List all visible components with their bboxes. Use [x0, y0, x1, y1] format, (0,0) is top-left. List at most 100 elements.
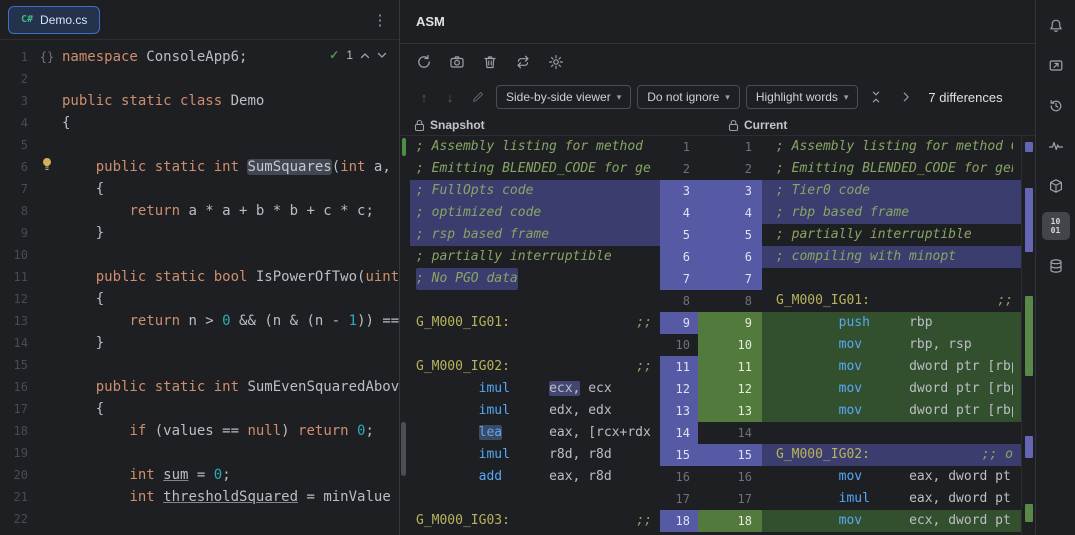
- code-line[interactable]: 13 return n > 0 && (n & (n - 1)) ==: [0, 310, 399, 332]
- code-line[interactable]: 16 public static int SumEvenSquaredAbove: [0, 376, 399, 398]
- diff-row[interactable]: ; optimized code 4 4; rbp based frame: [400, 202, 1035, 224]
- current-line-number: 2: [744, 162, 752, 176]
- snapshot-line-number: 13: [660, 400, 698, 422]
- diff-row[interactable]: ; Assembly listing for method 1 1 ; Assembl…: [400, 136, 1035, 158]
- code-line[interactable]: 19: [0, 442, 399, 464]
- line-number: 11: [13, 270, 28, 284]
- next-inspection-icon[interactable]: [377, 52, 387, 59]
- current-cell: ; partially interruptible: [776, 227, 972, 242]
- code-line[interactable]: 11 public static bool IsPowerOfTwo(uint: [0, 266, 399, 288]
- code-line[interactable]: 9 }: [0, 222, 399, 244]
- settings-gear-icon[interactable]: [544, 50, 568, 74]
- change-marker: [402, 138, 406, 156]
- lightbulb-icon[interactable]: [32, 156, 62, 178]
- added-stripe-mark[interactable]: [1025, 296, 1033, 376]
- code-line[interactable]: 10: [0, 244, 399, 266]
- previous-difference-icon[interactable]: ↑: [414, 90, 434, 105]
- scrollbar-thumb[interactable]: [401, 422, 406, 476]
- code-line[interactable]: 15: [0, 354, 399, 376]
- left-pane-scrollbar[interactable]: [400, 136, 408, 535]
- current-cell: ; Emitting BLENDED_CODE for gene: [776, 161, 1013, 176]
- diff-row[interactable]: 10 10 mov rbp, rsp: [400, 334, 1035, 356]
- current-cell: imul eax, dword ptr [: [838, 491, 1013, 506]
- changed-stripe-mark[interactable]: [1025, 436, 1033, 458]
- code-line[interactable]: 17 {: [0, 398, 399, 420]
- diff-row[interactable]: G_M000_IG02:;; 1111 mov dword ptr [rbp+: [400, 356, 1035, 378]
- diff-row[interactable]: G_M000_IG01:;; 9 9 push rbp: [400, 312, 1035, 334]
- current-line-number: 12: [698, 378, 762, 400]
- code-line[interactable]: 8 return a * a + b * b + c * c;: [0, 200, 399, 222]
- prev-inspection-icon[interactable]: [360, 52, 370, 59]
- diff-viewer[interactable]: ; Assembly listing for method 1 1; Assembl…: [400, 136, 1035, 535]
- tab-label: Demo.cs: [40, 12, 88, 27]
- changed-stripe-mark[interactable]: [1025, 188, 1033, 252]
- current-cell: push rbp: [762, 312, 1021, 334]
- chevron-down-icon: ▾: [616, 91, 622, 102]
- code-line[interactable]: 20 int sum = 0;: [0, 464, 399, 486]
- code-line[interactable]: 21 int thresholdSquared = minValue *: [0, 486, 399, 508]
- code-line[interactable]: 2: [0, 68, 399, 90]
- diff-row[interactable]: ; Emitting BLENDED_CODE for ge 2 2 ; Emitti…: [400, 158, 1035, 180]
- history-icon[interactable]: [1042, 92, 1070, 120]
- editor-panel: C# Demo.cs ⋮ 1{} namespace ConsoleApp6; 2 3…: [0, 0, 400, 535]
- next-difference-icon[interactable]: ↓: [440, 90, 460, 105]
- diff-row[interactable]: ; FullOpts code 3 3; Tier0 code: [400, 180, 1035, 202]
- code-line[interactable]: 18 if (values == null) return 0;: [0, 420, 399, 442]
- changed-stripe-mark[interactable]: [1025, 142, 1033, 152]
- line-number: 1: [20, 50, 28, 64]
- snapshot-line-number: 2: [682, 162, 690, 176]
- code-line[interactable]: 7 {: [0, 178, 399, 200]
- diff-row[interactable]: 17 17 imul eax, dword ptr [: [400, 488, 1035, 510]
- current-line-number: 15: [698, 444, 762, 466]
- code-line[interactable]: 5: [0, 134, 399, 156]
- line-number: 7: [20, 182, 28, 196]
- editor-options-kebab-icon[interactable]: ⋮: [369, 11, 391, 29]
- line-number: 16: [13, 380, 28, 394]
- viewer-mode-dropdown[interactable]: Side-by-side viewer ▾: [496, 85, 632, 109]
- notifications-bell-icon[interactable]: [1042, 12, 1070, 40]
- added-stripe-mark[interactable]: [1025, 504, 1033, 522]
- code-line[interactable]: 3 public static class Demo: [0, 90, 399, 112]
- snapshot-line-number: 6: [660, 246, 698, 268]
- diff-row[interactable]: imul edx, edx 1313 mov dword ptr [rbp+: [400, 400, 1035, 422]
- code-editor[interactable]: 1{} namespace ConsoleApp6; 2 3 public static…: [0, 40, 399, 535]
- error-stripe[interactable]: [1021, 136, 1035, 535]
- diff-row[interactable]: G_M000_IG03:;; 1818 mov ecx, dword ptr [: [400, 510, 1035, 532]
- screen-share-icon[interactable]: [1042, 52, 1070, 80]
- delete-icon[interactable]: [478, 50, 502, 74]
- diff-row[interactable]: ; No PGO data 7 7: [400, 268, 1035, 290]
- inspections-widget[interactable]: ✓ 1: [327, 48, 389, 62]
- compare-with-icon[interactable]: [511, 50, 535, 74]
- code-line[interactable]: 6 public static int SumSquares(int a, i: [0, 156, 399, 178]
- code-line[interactable]: 14 }: [0, 332, 399, 354]
- collapse-unchanged-icon[interactable]: [864, 85, 888, 109]
- diff-row[interactable]: ; partially interruptible 6 6; compiling w…: [400, 246, 1035, 268]
- code-line[interactable]: 22: [0, 508, 399, 530]
- expand-chevron-icon[interactable]: [894, 85, 918, 109]
- diff-row[interactable]: add eax, r8d 16 16 mov eax, dword ptr [: [400, 466, 1035, 488]
- tab-demo-cs[interactable]: C# Demo.cs: [8, 5, 101, 34]
- current-line-number: 1: [744, 140, 752, 154]
- refresh-icon[interactable]: [412, 50, 436, 74]
- diff-row[interactable]: ; rsp based frame 5 5; partially interrupt…: [400, 224, 1035, 246]
- code-line[interactable]: 12 {: [0, 288, 399, 310]
- asm-binary-icon[interactable]: 10 01: [1041, 212, 1070, 240]
- code-text: return n > 0 && (n & (n - 1)) ==: [129, 313, 399, 329]
- diff-row[interactable]: imul ecx, ecx 1212 mov dword ptr [rbp+: [400, 378, 1035, 400]
- gutter: [32, 178, 62, 200]
- database-icon[interactable]: [1042, 252, 1070, 280]
- highlight-mode-dropdown[interactable]: Highlight words ▾: [745, 85, 859, 109]
- code-line[interactable]: 4{: [0, 112, 399, 134]
- screenshot-icon[interactable]: [445, 50, 469, 74]
- profiler-pulse-icon[interactable]: [1042, 132, 1070, 160]
- packages-icon[interactable]: [1042, 172, 1070, 200]
- viewer-mode-value: Side-by-side viewer: [506, 90, 611, 104]
- edit-icon[interactable]: [466, 85, 490, 109]
- snapshot-cell: ; rsp based frame: [410, 224, 660, 246]
- inspection-check-icon: ✓: [329, 48, 340, 62]
- diff-row[interactable]: 8 8 G_M000_IG01:;;: [400, 290, 1035, 312]
- diff-row[interactable]: imul r8d, r8d 15 15 G_M000_IG02:;; o: [400, 444, 1035, 466]
- ignore-policy-dropdown[interactable]: Do not ignore ▾: [637, 85, 740, 109]
- code-text: int sum = 0;: [129, 467, 231, 483]
- diff-row[interactable]: lea eax, [rcx+rdx] 14 14: [400, 422, 1035, 444]
